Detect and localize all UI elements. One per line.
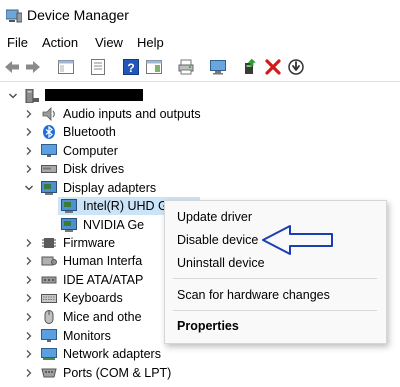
network-adapter-icon [41, 347, 57, 361]
tree-item-monitors[interactable]: Monitors [0, 327, 160, 345]
menu-help[interactable]: Help [137, 35, 164, 50]
tree-item-nvidia[interactable]: NVIDIA Ge [58, 216, 168, 234]
disable-icon[interactable] [287, 58, 305, 76]
display-adapter-icon [61, 199, 77, 213]
disk-drive-icon [41, 162, 57, 176]
mouse-icon [41, 310, 57, 324]
chevron-right-icon[interactable] [24, 271, 34, 289]
monitor-icon [41, 144, 57, 158]
menu-view[interactable]: View [95, 35, 123, 50]
device-manager-icon [5, 9, 23, 26]
tree-item-ide-ata[interactable]: IDE ATA/ATAP [0, 271, 164, 289]
update-driver-icon[interactable] [242, 58, 260, 76]
show-hide-console-tree-icon[interactable] [57, 58, 75, 76]
menu-file[interactable]: File [7, 35, 28, 50]
tree-item-display-adapters[interactable]: Display adapters [0, 179, 220, 197]
forward-arrow-icon[interactable] [24, 58, 42, 76]
uninstall-icon[interactable] [264, 58, 282, 76]
chevron-right-icon[interactable] [24, 234, 34, 252]
chevron-right-icon[interactable] [24, 289, 34, 307]
menu-separator [173, 278, 377, 279]
tree-item-label: Monitors [63, 329, 111, 343]
ide-controller-icon [41, 273, 57, 287]
tree-item-label: IDE ATA/ATAP [63, 273, 144, 287]
properties-icon[interactable] [89, 58, 107, 76]
chevron-right-icon[interactable] [24, 364, 34, 382]
chevron-right-icon[interactable] [24, 345, 34, 363]
scan-hardware-menu-item[interactable]: Scan for hardware changes [177, 288, 330, 302]
update-driver-menu-item[interactable]: Update driver [177, 210, 252, 224]
speaker-icon [41, 107, 57, 121]
tree-item-network-adapters[interactable]: Network adapters [0, 345, 220, 363]
chevron-down-icon[interactable] [24, 179, 34, 197]
svg-text:?: ? [127, 61, 134, 75]
keyboard-icon [41, 291, 57, 305]
tree-item-label: Mice and othe [63, 310, 142, 324]
bluetooth-icon [41, 125, 57, 139]
print-icon[interactable] [177, 58, 195, 76]
redacted-computer-name [45, 89, 143, 101]
monitor-icon [41, 329, 57, 343]
chevron-right-icon[interactable] [24, 142, 34, 160]
chevron-down-icon[interactable] [8, 87, 18, 105]
chevron-right-icon[interactable] [24, 308, 34, 326]
window-title: Device Manager [27, 7, 129, 23]
hid-icon [41, 254, 57, 268]
chevron-right-icon[interactable] [24, 123, 34, 141]
computer-tower-icon [24, 88, 40, 104]
tree-item-ports[interactable]: Ports (COM & LPT) [0, 364, 220, 382]
tree-item-human-interface[interactable]: Human Interfa [0, 252, 164, 270]
title-bar: Device Manager [0, 0, 400, 30]
chevron-right-icon[interactable] [24, 160, 34, 178]
annotation-arrow-icon [262, 225, 333, 255]
menu-action[interactable]: Action [42, 35, 78, 50]
menu-bar: File Action View Help [0, 31, 400, 53]
tree-item-label: Keyboards [63, 291, 123, 305]
chevron-right-icon[interactable] [24, 327, 34, 345]
display-adapter-icon [61, 218, 77, 232]
tree-item-firmware[interactable]: Firmware [0, 234, 160, 252]
back-arrow-icon[interactable] [3, 58, 21, 76]
tree-item-label: Ports (COM & LPT) [63, 366, 172, 380]
uninstall-device-menu-item[interactable]: Uninstall device [177, 256, 265, 270]
tree-item-audio[interactable]: Audio inputs and outputs [0, 105, 220, 123]
display-adapter-icon [41, 181, 57, 195]
firmware-chip-icon [41, 236, 57, 250]
chevron-right-icon[interactable] [24, 252, 34, 270]
tree-item-label: Bluetooth [63, 125, 116, 139]
tree-item-label: Audio inputs and outputs [63, 107, 201, 121]
computer-icon[interactable] [209, 58, 227, 76]
action-pane-icon[interactable] [145, 58, 163, 76]
properties-menu-item[interactable]: Properties [177, 319, 239, 333]
tree-item-keyboards[interactable]: Keyboards [0, 289, 160, 307]
help-icon[interactable]: ? [122, 58, 140, 76]
tree-item-computer[interactable]: Computer [0, 142, 220, 160]
tree-item-label: Network adapters [63, 347, 161, 361]
menu-separator [173, 310, 377, 311]
tree-item-mice[interactable]: Mice and othe [0, 308, 164, 326]
disable-device-menu-item[interactable]: Disable device [177, 233, 258, 247]
tree-item-label: Display adapters [63, 181, 157, 195]
tree-item-label: NVIDIA Ge [83, 218, 145, 232]
tree-item-label: Computer [63, 144, 118, 158]
tree-item-disk-drives[interactable]: Disk drives [0, 160, 220, 178]
tree-item-label: Firmware [63, 236, 116, 250]
tree-item-label: Disk drives [63, 162, 125, 176]
tree-item-bluetooth[interactable]: Bluetooth [0, 123, 220, 141]
chevron-right-icon[interactable] [24, 105, 34, 123]
tree-item-label: Human Interfa [63, 254, 143, 268]
toolbar: ? [0, 55, 400, 82]
